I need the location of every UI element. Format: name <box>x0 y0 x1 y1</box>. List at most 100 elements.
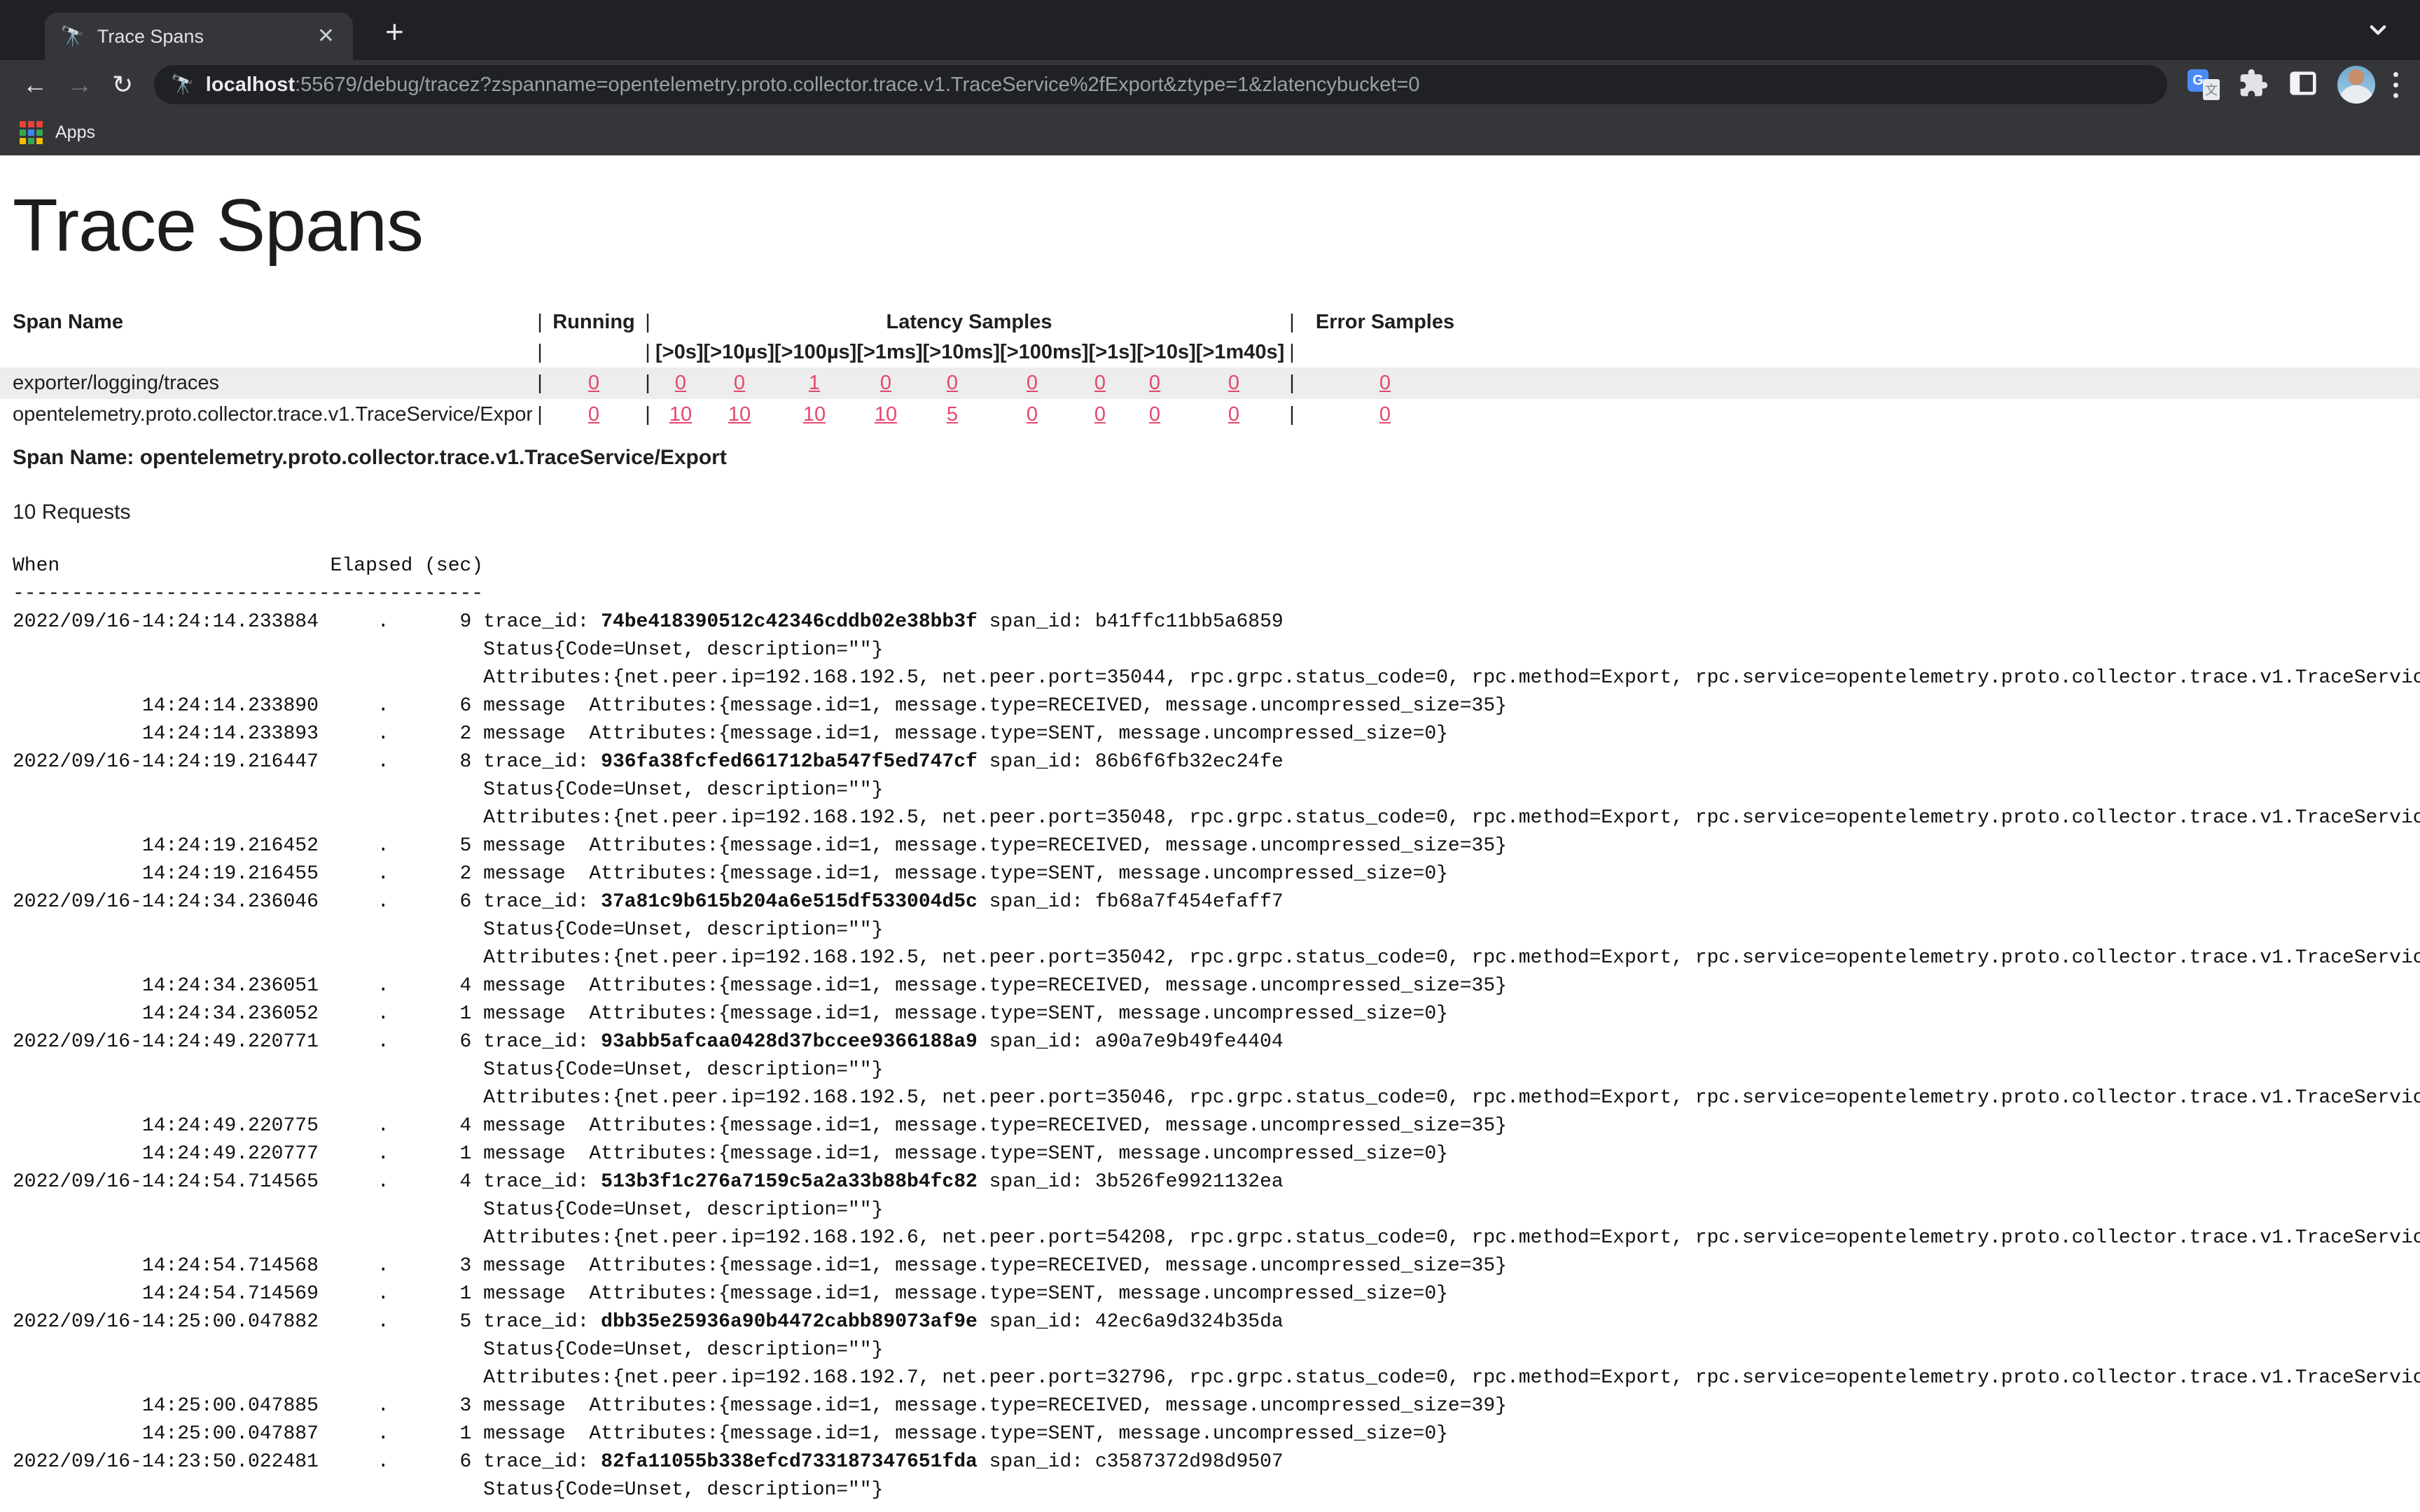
latency-count-link[interactable]: 0 <box>1094 403 1106 426</box>
side-panel-icon[interactable] <box>2287 67 2319 103</box>
apps-bookmark[interactable]: Apps <box>55 122 95 143</box>
extensions-puzzle-icon[interactable] <box>2238 68 2269 102</box>
avatar[interactable] <box>2337 66 2375 104</box>
latency-count-link[interactable]: 10 <box>728 403 751 426</box>
latency-bucket-cell: 10 <box>706 403 773 426</box>
trace-id: 37a81c9b615b204a6e515df533004d5c <box>601 891 978 913</box>
new-tab-button[interactable]: + <box>378 11 411 52</box>
latency-count-link[interactable]: 10 <box>669 403 692 426</box>
latency-bucket-cell: 10 <box>773 403 856 426</box>
column-divider: | <box>1283 341 1301 364</box>
latency-bucket-cell: 0 <box>1185 403 1283 426</box>
column-divider: | <box>1283 372 1301 395</box>
col-error-samples: Error Samples <box>1301 311 1469 334</box>
column-divider: | <box>1283 403 1301 426</box>
latency-bucket-cell: 10 <box>856 403 916 426</box>
latency-bucket-cell: 10 <box>655 403 706 426</box>
latency-count-link[interactable]: 0 <box>1094 372 1106 394</box>
latency-count-link[interactable]: 0 <box>880 372 891 394</box>
url-path: :55679/debug/tracez?zspanname=openteleme… <box>295 74 1419 97</box>
col-span-name: Span Name <box>0 311 532 334</box>
latency-bucket-cell: 0 <box>916 372 989 395</box>
url-host: localhost <box>206 74 295 97</box>
latency-bucket-cell: 5 <box>916 403 989 426</box>
latency-bucket-cell: 0 <box>1076 403 1125 426</box>
col-latency-samples: Latency Samples <box>655 311 1283 334</box>
translate-char-badge: 文 <box>2203 79 2220 100</box>
latency-count-link[interactable]: 0 <box>947 372 958 394</box>
tracez-page: Trace Spans Span Name | Running | Latenc… <box>0 183 2420 1504</box>
running-count-link[interactable]: 0 <box>588 372 599 394</box>
trace-id: 93abb5afcaa0428d37bccee9366188a9 <box>601 1031 978 1053</box>
table-row: opentelemetry.proto.collector.trace.v1.T… <box>0 399 2420 430</box>
reload-button[interactable]: ↻ <box>112 72 133 97</box>
running-count-cell: 0 <box>548 372 640 395</box>
browser-menu-icon[interactable] <box>2393 66 2398 104</box>
latency-bucket-cell: 1 <box>773 372 856 395</box>
trace-id: 936fa38fcfed661712ba547f5ed747cf <box>601 751 978 773</box>
latency-bucket-labels: [>0s][>10µs][>100µs][>1ms][>10ms][>100ms… <box>655 341 1283 364</box>
latency-bucket-cell: 0 <box>989 403 1076 426</box>
tab-close-icon[interactable]: ✕ <box>314 24 338 48</box>
trace-id: dbb35e25936a90b4472cabb89073af9e <box>601 1311 978 1333</box>
request-count: 10 Requests <box>13 500 2420 524</box>
latency-bucket-cell: 0 <box>856 372 916 395</box>
column-divider: | <box>640 403 655 426</box>
column-divider: | <box>532 372 548 395</box>
latency-bucket-cell: 0 <box>655 372 706 395</box>
table-row: exporter/logging/traces|0|001000000|0 <box>0 368 2420 399</box>
spans-table-body: exporter/logging/traces|0|001000000|0ope… <box>0 368 2420 430</box>
latency-bucket-cell: 0 <box>1185 372 1283 395</box>
latency-count-link[interactable]: 0 <box>675 372 686 394</box>
column-divider: | <box>532 341 548 364</box>
url-bar[interactable]: 🔭 localhost:55679/debug/tracez?zspanname… <box>154 65 2167 104</box>
column-divider: | <box>1283 311 1301 334</box>
latency-count-link[interactable]: 0 <box>1149 372 1160 394</box>
spans-table: Span Name | Running | Latency Samples | … <box>0 307 2420 430</box>
latency-bucket-cell: 0 <box>989 372 1076 395</box>
browser-tab[interactable]: 🔭 Trace Spans ✕ <box>45 13 353 60</box>
trace-id: 513b3f1c276a7159c5a2a33b88b4fc82 <box>601 1171 978 1193</box>
tab-search-chevron-icon[interactable] <box>2363 14 2393 45</box>
error-count-cell: 0 <box>1301 403 1469 426</box>
span-name-cell: opentelemetry.proto.collector.trace.v1.T… <box>0 403 532 426</box>
column-divider: | <box>640 311 655 334</box>
trace-id: 74be418390512c42346cddb02e38bb3f <box>601 611 978 633</box>
latency-count-link[interactable]: 0 <box>1228 372 1239 394</box>
tab-strip: 🔭 Trace Spans ✕ + <box>0 0 2420 60</box>
latency-count-link[interactable]: 0 <box>1027 403 1038 426</box>
trace-id: 82fa11055b338efcd733187347651fda <box>601 1451 978 1473</box>
latency-bucket-cell: 0 <box>706 372 773 395</box>
col-running: Running <box>548 311 640 334</box>
spans-table-bucket-row: | | [>0s][>10µs][>100µs][>1ms][>10ms][>1… <box>0 337 2420 368</box>
bookmarks-bar: Apps <box>0 109 2420 155</box>
error-count-link[interactable]: 0 <box>1379 403 1391 426</box>
telescope-favicon-icon: 🔭 <box>60 27 85 46</box>
latency-count-link[interactable]: 10 <box>875 403 897 426</box>
spans-table-header-row: Span Name | Running | Latency Samples | … <box>0 307 2420 337</box>
error-count-link[interactable]: 0 <box>1379 372 1391 394</box>
trace-log: When Elapsed (sec) ---------------------… <box>13 552 2420 1504</box>
browser-toolbar: ← → ↻ 🔭 localhost:55679/debug/tracez?zsp… <box>0 60 2420 109</box>
latency-count-link[interactable]: 0 <box>1027 372 1038 394</box>
apps-grid-icon <box>20 121 43 144</box>
latency-count-link[interactable]: 0 <box>1149 403 1160 426</box>
forward-button[interactable]: → <box>67 72 92 97</box>
span-detail-heading: Span Name: opentelemetry.proto.collector… <box>13 446 2420 470</box>
latency-count-link[interactable]: 0 <box>1228 403 1239 426</box>
latency-bucket-cell: 0 <box>1125 372 1185 395</box>
latency-bucket-cell: 0 <box>1076 372 1125 395</box>
translate-extension-icon[interactable]: G 文 <box>2188 69 2220 100</box>
error-count-cell: 0 <box>1301 372 1469 395</box>
page-title: Trace Spans <box>13 183 2420 268</box>
column-divider: | <box>532 403 548 426</box>
latency-count-link[interactable]: 0 <box>734 372 745 394</box>
column-divider: | <box>640 372 655 395</box>
back-button[interactable]: ← <box>22 72 48 97</box>
running-count-link[interactable]: 0 <box>588 403 599 426</box>
latency-count-link[interactable]: 10 <box>803 403 826 426</box>
telescope-favicon-icon: 🔭 <box>171 74 195 96</box>
column-divider: | <box>532 311 548 334</box>
latency-count-link[interactable]: 5 <box>947 403 958 426</box>
latency-count-link[interactable]: 1 <box>809 372 820 394</box>
